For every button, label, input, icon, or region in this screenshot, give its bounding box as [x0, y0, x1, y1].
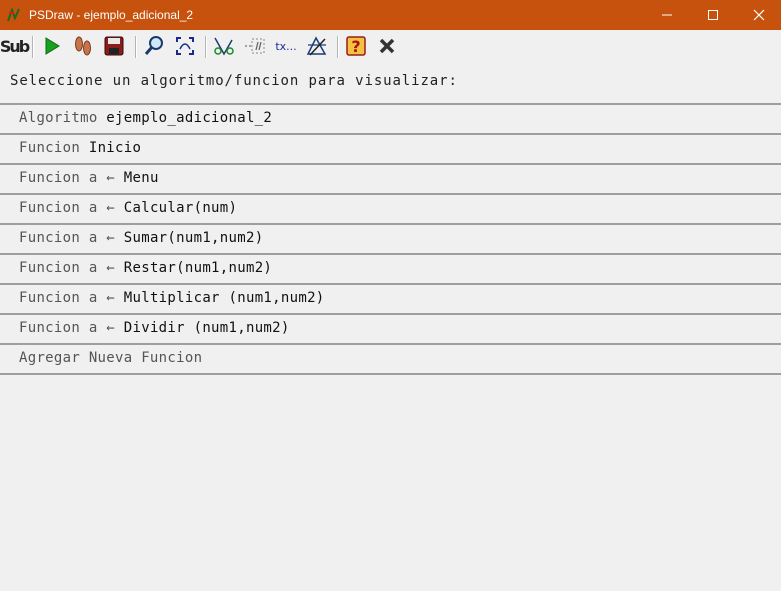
item-name: ejemplo_adicional_2: [106, 110, 273, 126]
item-keyword: Agregar Nueva Funcion: [19, 350, 203, 366]
toolbar-separator: [205, 36, 207, 58]
selection-prompt: Seleccione un algoritmo/funcion para vis…: [10, 73, 458, 89]
cut-icon: [214, 37, 234, 56]
sub-button[interactable]: Sub: [0, 34, 30, 58]
title-bar: PSDraw - ejemplo_adicional_2: [0, 0, 781, 30]
item-keyword: Funcion: [19, 140, 81, 156]
item-keyword: Funcion a ←: [19, 260, 116, 276]
run-button[interactable]: [40, 34, 64, 58]
crop-icon: [306, 36, 327, 56]
item-keyword: Funcion a ←: [19, 200, 116, 216]
zoom-button[interactable]: [142, 34, 166, 58]
close-button[interactable]: [375, 34, 399, 58]
list-item-algorithm[interactable]: Algoritmo ejemplo_adicional_2: [0, 103, 781, 133]
list-item-function[interactable]: Funcion a ← Sumar(num1,num2): [0, 223, 781, 253]
list-item-function[interactable]: Funcion Inicio: [0, 133, 781, 163]
text-icon: tx...: [275, 39, 297, 53]
list-item-function[interactable]: Funcion a ← Restar(num1,num2): [0, 253, 781, 283]
close-x-icon: [379, 38, 395, 54]
minimize-icon: [662, 14, 672, 16]
step-button[interactable]: [71, 34, 95, 58]
item-keyword: Funcion a ←: [19, 290, 116, 306]
item-name: Multiplicar (num1,num2): [123, 290, 325, 306]
item-name: Calcular(num): [123, 200, 238, 216]
close-icon: [753, 9, 765, 21]
toolbar: Sub tx... ?: [0, 30, 781, 64]
comments-button[interactable]: [243, 34, 267, 58]
play-icon: [45, 37, 60, 55]
help-button[interactable]: ?: [344, 34, 368, 58]
sub-icon: Sub: [0, 36, 30, 56]
toolbar-separator: [32, 36, 34, 58]
close-window-button[interactable]: [736, 0, 781, 30]
maximize-icon: [708, 10, 718, 20]
item-name: Dividir (num1,num2): [123, 320, 290, 336]
item-keyword: Funcion a ←: [19, 320, 116, 336]
comment-icon: [245, 38, 265, 54]
add-function-button[interactable]: Agregar Nueva Funcion: [0, 343, 781, 375]
item-name: Restar(num1,num2): [123, 260, 273, 276]
maximize-button[interactable]: [690, 0, 736, 30]
svg-text:?: ?: [351, 37, 360, 56]
window-title: PSDraw - ejemplo_adicional_2: [29, 8, 194, 22]
item-keyword: Funcion a ←: [19, 230, 116, 246]
list-item-function[interactable]: Funcion a ← Calcular(num): [0, 193, 781, 223]
item-keyword: Algoritmo: [19, 110, 98, 126]
item-keyword: Funcion a ←: [19, 170, 116, 186]
list-item-function[interactable]: Funcion a ← Dividir (num1,num2): [0, 313, 781, 343]
fit-button[interactable]: [173, 34, 197, 58]
toolbar-separator: [135, 36, 137, 58]
item-name: Sumar(num1,num2): [123, 230, 264, 246]
function-list: Algoritmo ejemplo_adicional_2 Funcion In…: [0, 103, 781, 375]
cut-button[interactable]: [212, 34, 236, 58]
save-disk-icon: [104, 36, 124, 56]
item-name: Menu: [123, 170, 159, 186]
list-item-function[interactable]: Funcion a ← Menu: [0, 163, 781, 193]
help-icon: ?: [346, 36, 366, 56]
zoom-icon: [144, 36, 163, 55]
footsteps-icon: [75, 36, 91, 56]
save-button[interactable]: [102, 34, 126, 58]
item-name: Inicio: [88, 140, 142, 156]
minimize-button[interactable]: [644, 0, 690, 30]
list-item-function[interactable]: Funcion a ← Multiplicar (num1,num2): [0, 283, 781, 313]
text-button[interactable]: tx...: [273, 34, 299, 58]
toolbar-separator: [337, 36, 339, 58]
fit-window-icon: [176, 37, 194, 55]
crop-button[interactable]: [305, 34, 329, 58]
psdraw-app-icon: [7, 7, 20, 22]
